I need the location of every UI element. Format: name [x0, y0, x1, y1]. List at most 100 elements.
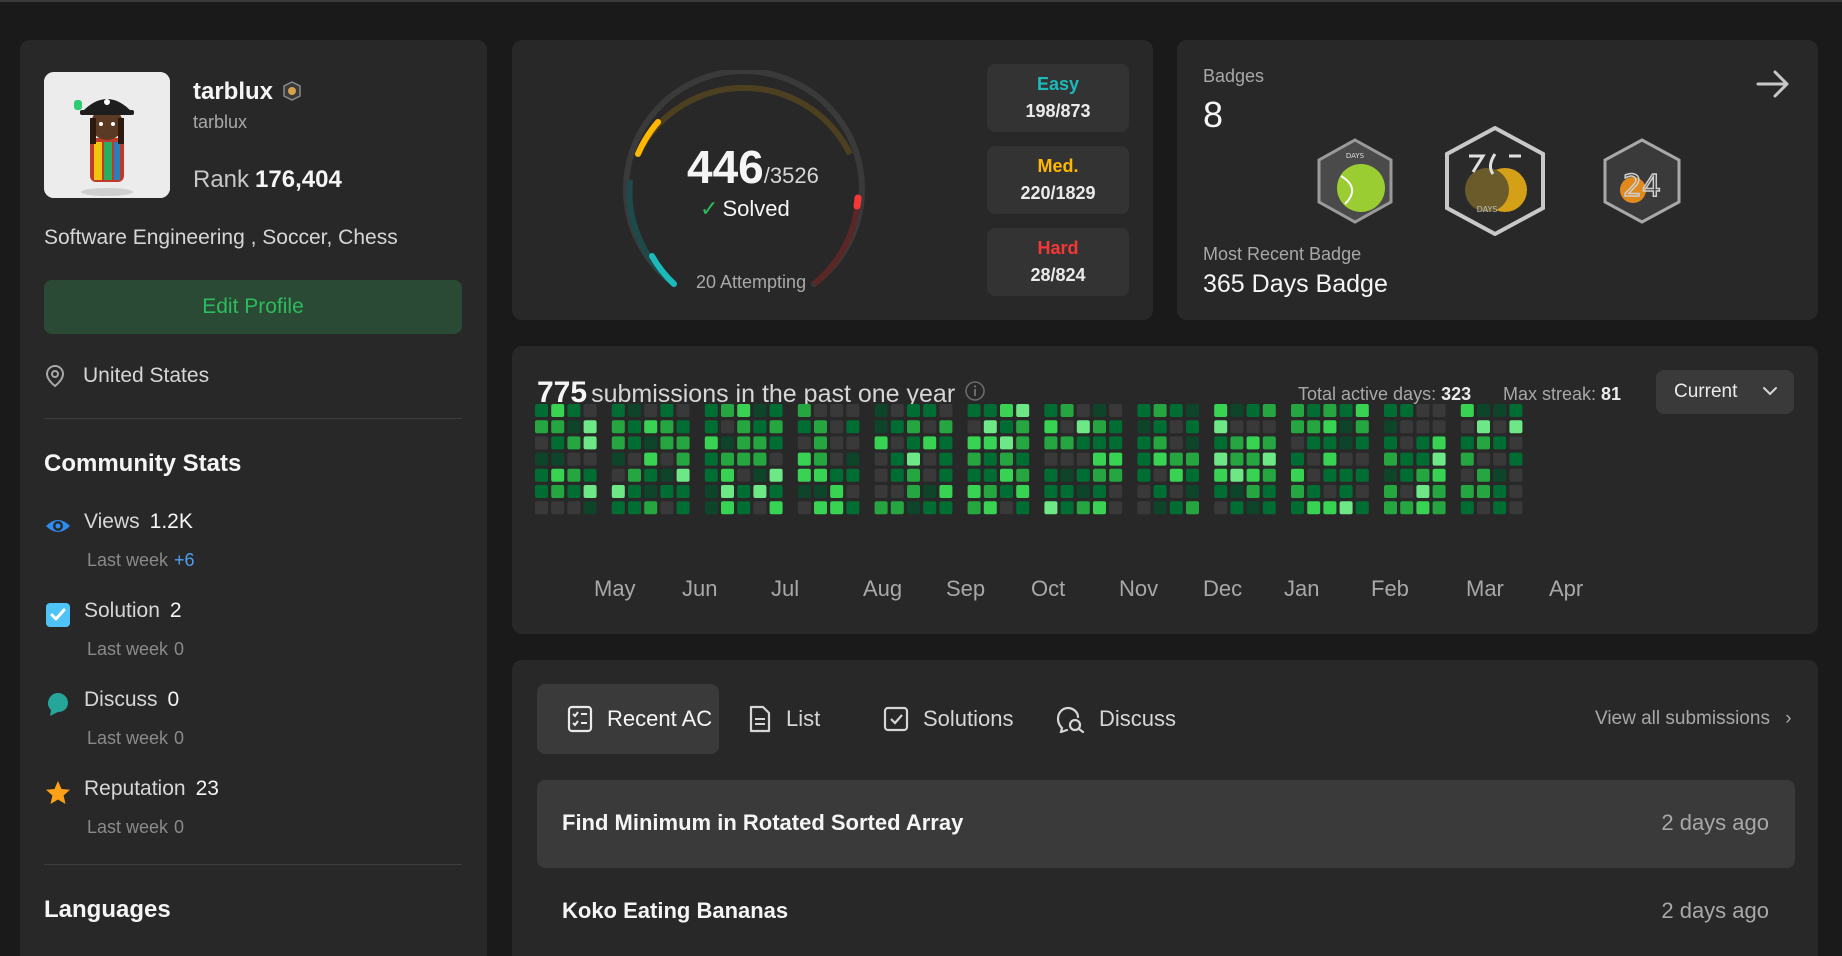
heatmap-day-cell[interactable]: [628, 404, 641, 417]
heatmap-day-cell[interactable]: [1339, 485, 1353, 498]
heatmap-day-cell[interactable]: [814, 452, 827, 466]
heatmap-day-cell[interactable]: [923, 452, 937, 466]
heatmap-day-cell[interactable]: [1509, 485, 1523, 498]
heatmap-day-cell[interactable]: [721, 468, 734, 482]
heatmap-day-cell[interactable]: [567, 452, 581, 466]
heatmap-day-cell[interactable]: [583, 485, 597, 498]
heatmap-day-cell[interactable]: [753, 420, 767, 434]
heatmap-day-cell[interactable]: [1109, 501, 1123, 515]
hard-box[interactable]: Hard 28/824: [987, 228, 1129, 296]
heatmap-day-cell[interactable]: [737, 501, 751, 515]
365-days-badge-icon[interactable]: DAYS: [1443, 126, 1547, 236]
heatmap-day-cell[interactable]: [1355, 501, 1369, 515]
heatmap-day-cell[interactable]: [1493, 420, 1507, 434]
heatmap-day-cell[interactable]: [923, 420, 937, 434]
heatmap-day-cell[interactable]: [846, 420, 860, 434]
heatmap-day-cell[interactable]: [797, 485, 811, 498]
heatmap-day-cell[interactable]: [1477, 404, 1490, 417]
heatmap-day-cell[interactable]: [890, 452, 904, 466]
heatmap-day-cell[interactable]: [923, 485, 937, 498]
heatmap-day-cell[interactable]: [846, 485, 860, 498]
heatmap-day-cell[interactable]: [611, 404, 625, 417]
heatmap-day-cell[interactable]: [660, 436, 674, 450]
heatmap-day-cell[interactable]: [967, 485, 981, 498]
heatmap-day-cell[interactable]: [1093, 436, 1106, 450]
heatmap-day-cell[interactable]: [983, 436, 997, 450]
heatmap-day-cell[interactable]: [551, 485, 565, 498]
heatmap-day-cell[interactable]: [1169, 501, 1183, 515]
heatmap-day-cell[interactable]: [1230, 452, 1244, 466]
heatmap-day-cell[interactable]: [1109, 468, 1123, 482]
heatmap-day-cell[interactable]: [890, 501, 904, 515]
heatmap-day-cell[interactable]: [1153, 436, 1167, 450]
heatmap-day-cell[interactable]: [737, 452, 751, 466]
heatmap-day-cell[interactable]: [1323, 420, 1337, 434]
heatmap-day-cell[interactable]: [890, 468, 904, 482]
heatmap-day-cell[interactable]: [567, 404, 581, 417]
heatmap-day-cell[interactable]: [1044, 485, 1058, 498]
heatmap-day-cell[interactable]: [676, 404, 690, 417]
heatmap-day-cell[interactable]: [535, 436, 548, 450]
heatmap-day-cell[interactable]: [583, 468, 597, 482]
heatmap-day-cell[interactable]: [890, 485, 904, 498]
heatmap-day-cell[interactable]: [676, 468, 690, 482]
heatmap-day-cell[interactable]: [1246, 485, 1260, 498]
heatmap-day-cell[interactable]: [1477, 452, 1490, 466]
heatmap-day-cell[interactable]: [551, 436, 565, 450]
heatmap-day-cell[interactable]: [814, 404, 827, 417]
heatmap-day-cell[interactable]: [1230, 436, 1244, 450]
heatmap-day-cell[interactable]: [1493, 485, 1507, 498]
heatmap-day-cell[interactable]: [1355, 485, 1369, 498]
heatmap-day-cell[interactable]: [1291, 452, 1304, 466]
heatmap-day-cell[interactable]: [983, 468, 997, 482]
heatmap-day-cell[interactable]: [660, 404, 674, 417]
heatmap-day-cell[interactable]: [907, 452, 920, 466]
heatmap-day-cell[interactable]: [814, 420, 827, 434]
heatmap-day-cell[interactable]: [753, 501, 767, 515]
tab-list[interactable]: List: [748, 684, 848, 754]
heatmap-day-cell[interactable]: [737, 404, 751, 417]
heatmap-day-cell[interactable]: [737, 436, 751, 450]
heatmap-day-cell[interactable]: [1060, 485, 1074, 498]
heatmap-day-cell[interactable]: [551, 404, 565, 417]
heatmap-day-cell[interactable]: [704, 501, 718, 515]
heatmap-day-cell[interactable]: [1214, 501, 1228, 515]
heatmap-day-cell[interactable]: [1416, 485, 1430, 498]
heatmap-day-cell[interactable]: [1307, 436, 1321, 450]
heatmap-day-cell[interactable]: [1060, 404, 1074, 417]
heatmap-day-cell[interactable]: [1000, 501, 1013, 515]
heatmap-day-cell[interactable]: [1432, 468, 1446, 482]
heatmap-day-cell[interactable]: [967, 468, 981, 482]
heatmap-day-cell[interactable]: [1400, 404, 1414, 417]
heatmap-day-cell[interactable]: [923, 501, 937, 515]
heatmap-day-cell[interactable]: [874, 420, 888, 434]
heatmap-day-cell[interactable]: [1076, 436, 1090, 450]
heatmap-day-cell[interactable]: [983, 452, 997, 466]
med-box[interactable]: Med. 220/1829: [987, 146, 1129, 214]
heatmap-day-cell[interactable]: [1460, 420, 1474, 434]
heatmap-day-cell[interactable]: [1400, 485, 1414, 498]
heatmap-day-cell[interactable]: [814, 501, 827, 515]
heatmap-day-cell[interactable]: [1477, 501, 1490, 515]
heatmap-day-cell[interactable]: [797, 452, 811, 466]
heatmap-day-cell[interactable]: [1000, 404, 1013, 417]
heatmap-day-cell[interactable]: [1339, 436, 1353, 450]
heatmap-day-cell[interactable]: [611, 420, 625, 434]
heatmap-day-cell[interactable]: [583, 436, 597, 450]
heatmap-day-cell[interactable]: [1060, 436, 1074, 450]
heatmap-day-cell[interactable]: [769, 468, 783, 482]
heatmap-day-cell[interactable]: [1186, 501, 1199, 515]
heatmap-day-cell[interactable]: [583, 404, 597, 417]
heatmap-day-cell[interactable]: [737, 485, 751, 498]
heatmap-day-cell[interactable]: [644, 420, 658, 434]
submission-row[interactable]: Koko Eating Bananas 2 days ago: [537, 868, 1795, 956]
heatmap-day-cell[interactable]: [1339, 404, 1353, 417]
heatmap-day-cell[interactable]: [1262, 485, 1276, 498]
heatmap-day-cell[interactable]: [769, 420, 783, 434]
heatmap-day-cell[interactable]: [1307, 420, 1321, 434]
heatmap-day-cell[interactable]: [1262, 468, 1276, 482]
heatmap-day-cell[interactable]: [644, 404, 658, 417]
heatmap-day-cell[interactable]: [676, 501, 690, 515]
heatmap-day-cell[interactable]: [1355, 452, 1369, 466]
heatmap-day-cell[interactable]: [583, 420, 597, 434]
